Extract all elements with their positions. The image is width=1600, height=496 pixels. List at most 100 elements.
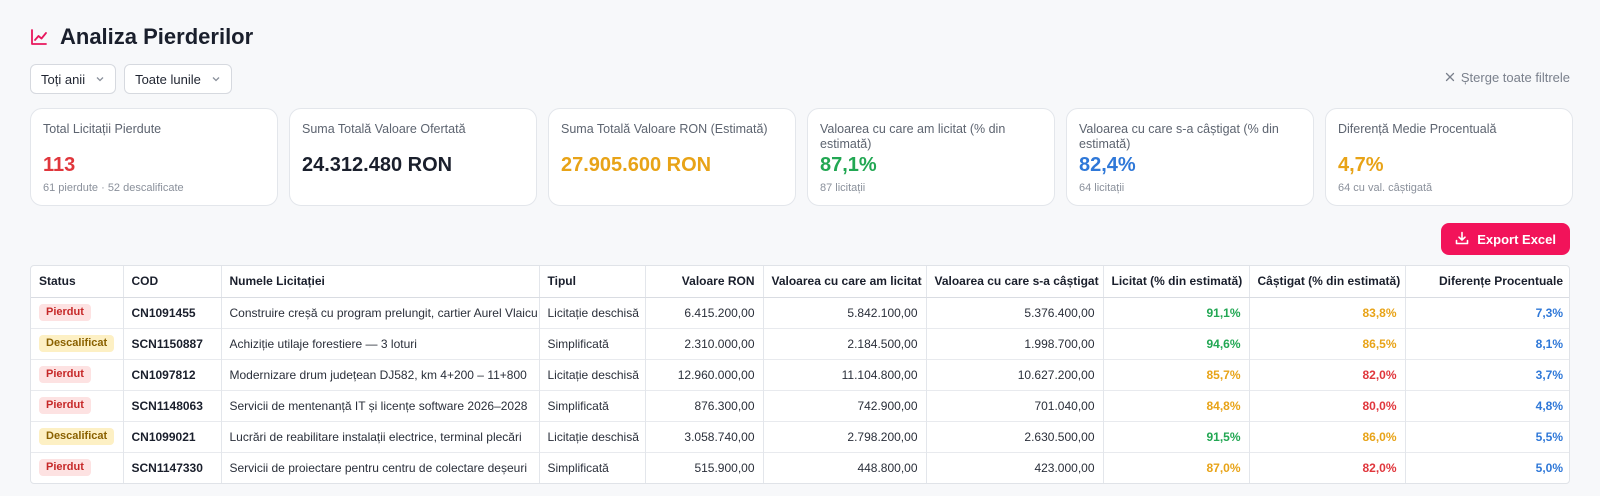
cell-name: Achiziție utilaje forestiere — 3 loturi	[221, 328, 540, 359]
cell-bid-value: 11.104.800,00	[763, 359, 927, 390]
cell-won-pct: 82,0%	[1249, 359, 1406, 390]
status-badge: Pierdut	[39, 304, 91, 321]
cell-won-value: 423.000,00	[926, 452, 1104, 483]
clear-filters-link[interactable]: Șterge toate filtrele	[1445, 70, 1570, 85]
card-value: 82,4%	[1079, 154, 1136, 176]
cell-value-ron: 12.960.000,00	[645, 359, 764, 390]
column-header-won-pct[interactable]: Câștigat (% din estimată)	[1249, 266, 1406, 298]
column-header-status[interactable]: Status	[31, 266, 124, 298]
table-row[interactable]: Descalificat CN1099021 Lucrări de reabil…	[31, 421, 1569, 452]
cell-value-ron: 515.900,00	[645, 452, 764, 483]
column-header-cod[interactable]: COD	[123, 266, 222, 298]
card-label: Suma Totală Valoare RON (Estimată)	[561, 122, 768, 136]
cell-value-ron: 6.415.200,00	[645, 297, 764, 328]
cell-won-value: 10.627.200,00	[926, 359, 1104, 390]
cell-diff-pct: 5,5%	[1535, 429, 1563, 444]
clear-filters-label: Șterge toate filtrele	[1460, 70, 1570, 85]
cell-bid-value: 2.184.500,00	[763, 328, 927, 359]
column-header-value-ron[interactable]: Valoare RON	[645, 266, 764, 298]
close-icon	[1445, 70, 1455, 85]
column-header-won-value[interactable]: Valoarea cu care s-a câștigat	[926, 266, 1104, 298]
table-header-row: Status COD Numele Licitației Tipul Valoa…	[31, 266, 1569, 298]
summary-card: Suma Totală Valoare RON (Estimată) 27.90…	[548, 108, 796, 206]
table-row[interactable]: Pierdut SCN1147330 Servicii de proiectar…	[31, 452, 1569, 483]
cell-bid-pct: 91,1%	[1103, 297, 1250, 328]
download-icon	[1455, 231, 1469, 248]
cell-bid-pct: 91,5%	[1103, 421, 1250, 452]
status-badge: Pierdut	[39, 459, 91, 477]
chevron-down-icon	[211, 74, 221, 84]
export-excel-label: Export Excel	[1477, 231, 1556, 247]
cell-type: Simplificată	[539, 452, 646, 483]
cell-cod: SCN1148063	[123, 390, 222, 421]
card-label: Valoarea cu care am licitat (% din estim…	[820, 122, 1006, 151]
cell-cod: CN1099021	[123, 421, 222, 452]
cell-type: Simplificată	[539, 328, 646, 359]
column-header-diff-pct[interactable]: Diferențe Procentuale	[1405, 266, 1569, 298]
summary-cards: Total Licitații Pierdute 113 61 pierdute…	[30, 108, 1573, 206]
card-label: Diferență Medie Procentuală	[1338, 122, 1497, 136]
card-value: 24.312.480 RON	[302, 154, 453, 176]
card-subtext: 61 pierdute · 52 descalificate	[43, 182, 184, 194]
cell-diff-pct: 3,7%	[1535, 367, 1563, 382]
cell-won-value: 2.630.500,00	[926, 421, 1104, 452]
card-subtext: 87 licitații	[820, 182, 866, 194]
cell-won-pct: 86,5%	[1249, 328, 1406, 359]
cell-bid-pct: 85,7%	[1103, 359, 1250, 390]
cell-diff-pct: 4,8%	[1535, 398, 1563, 413]
cell-cod: SCN1150887	[123, 328, 222, 359]
summary-card: Diferență Medie Procentuală 4,7% 64 cu v…	[1325, 108, 1573, 206]
card-value: 113	[43, 154, 76, 176]
year-select-value: Toți anii	[41, 71, 86, 87]
table-row[interactable]: Pierdut SCN1148063 Servicii de mentenanț…	[31, 390, 1569, 421]
cell-won-pct: 82,0%	[1249, 452, 1406, 483]
year-select[interactable]: Toți anii	[30, 64, 117, 94]
cell-value-ron: 2.310.000,00	[645, 328, 764, 359]
cell-name: Construire creșă cu program prelungit, c…	[221, 297, 540, 328]
summary-card: Valoarea cu care s-a câștigat (% din est…	[1066, 108, 1314, 206]
card-label: Suma Totală Valoare Ofertată	[302, 122, 466, 136]
export-excel-button[interactable]: Export Excel	[1441, 223, 1570, 255]
cell-type: Licitație deschisă	[539, 421, 646, 452]
chevron-down-icon	[95, 74, 105, 84]
column-header-name[interactable]: Numele Licitației	[221, 266, 540, 298]
cell-diff-pct: 5,0%	[1535, 460, 1563, 475]
cell-name: Lucrări de reabilitare instalații electr…	[221, 421, 540, 452]
column-header-bid-pct[interactable]: Licitat (% din estimată)	[1103, 266, 1250, 298]
column-header-bid-value[interactable]: Valoarea cu care am licitat	[763, 266, 927, 298]
summary-card: Suma Totală Valoare Ofertată 24.312.480 …	[289, 108, 537, 206]
cell-cod: SCN1147330	[123, 452, 222, 483]
cell-bid-value: 5.842.100,00	[763, 297, 927, 328]
cell-bid-value: 742.900,00	[763, 390, 927, 421]
cell-type: Licitație deschisă	[539, 297, 646, 328]
cell-bid-pct: 87,0%	[1103, 452, 1250, 483]
month-select-value: Toate lunile	[135, 71, 201, 87]
month-select[interactable]: Toate lunile	[124, 64, 232, 94]
summary-card: Valoarea cu care am licitat (% din estim…	[807, 108, 1055, 206]
cell-won-pct: 86,0%	[1249, 421, 1406, 452]
table-row[interactable]: Pierdut CN1091455 Construire creșă cu pr…	[31, 297, 1569, 328]
cell-won-pct: 80,0%	[1249, 390, 1406, 421]
cell-cod: CN1097812	[123, 359, 222, 390]
status-badge: Pierdut	[39, 397, 91, 414]
cell-won-value: 5.376.400,00	[926, 297, 1104, 328]
status-badge: Pierdut	[39, 366, 91, 383]
cell-name: Servicii de proiectare pentru centru de …	[221, 452, 540, 483]
table-row[interactable]: Descalificat SCN1150887 Achiziție utilaj…	[31, 328, 1569, 359]
cell-won-value: 701.040,00	[926, 390, 1104, 421]
summary-card: Total Licitații Pierdute 113 61 pierdute…	[30, 108, 278, 206]
table-row[interactable]: Pierdut CN1097812 Modernizare drum județ…	[31, 359, 1569, 390]
page-title: Analiza Pierderilor	[60, 24, 254, 49]
card-value: 27.905.600 RON	[561, 154, 712, 176]
cell-value-ron: 876.300,00	[645, 390, 764, 421]
card-label: Total Licitații Pierdute	[43, 122, 162, 136]
cell-bid-value: 448.800,00	[763, 452, 927, 483]
cell-bid-pct: 84,8%	[1103, 390, 1250, 421]
status-badge: Descalificat	[39, 428, 115, 445]
card-subtext: 64 licitații	[1079, 182, 1125, 194]
line-chart-icon	[30, 27, 50, 47]
cell-name: Servicii de mentenanță IT și licențe sof…	[221, 390, 540, 421]
column-header-type[interactable]: Tipul	[539, 266, 646, 298]
filter-bar: Toți anii Toate lunile	[30, 64, 232, 94]
card-subtext: 64 cu val. câștigată	[1338, 182, 1433, 194]
